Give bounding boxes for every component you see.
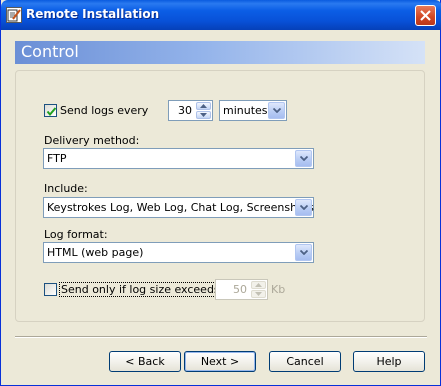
log-format-select[interactable]: HTML (web page) [43,242,314,263]
chevron-down-icon [300,250,308,255]
log-format-label: Log format: [44,228,108,241]
unit-dropdown-button[interactable] [268,102,285,119]
size-spin-up-button[interactable] [251,281,266,289]
arrow-down-icon [200,113,207,117]
arrow-up-icon [255,283,262,287]
close-button[interactable] [415,5,436,26]
delivery-method-select[interactable]: FTP [43,148,314,169]
window-title: Remote Installation [26,7,160,21]
arrow-down-icon [255,292,262,296]
title-bar[interactable]: Remote Installation [1,0,441,30]
chevron-down-icon [300,156,308,161]
interval-unit-select[interactable]: minutes [219,100,287,121]
spin-down-button[interactable] [196,111,211,119]
checkmark-icon [46,107,57,117]
send-logs-label: Send logs every [60,104,149,117]
arrow-up-icon [200,104,207,108]
size-limit-value: 50 [233,283,247,296]
next-button[interactable]: Next > [184,351,256,372]
interval-spinner[interactable]: 30 [168,100,213,121]
log-format-dropdown-button[interactable] [295,244,312,261]
cancel-button[interactable]: Cancel [269,351,341,372]
section-header: Control [15,41,425,64]
include-select[interactable]: Keystrokes Log, Web Log, Chat Log, Scree… [43,197,314,218]
help-button[interactable]: Help [353,351,425,372]
close-icon [420,10,431,21]
size-limit-spinner[interactable]: 50 [215,279,268,300]
include-value: Keystrokes Log, Web Log, Chat Log, Scree… [47,201,314,214]
include-label: Include: [44,182,88,195]
size-limit-checkbox[interactable] [44,283,57,296]
interval-unit-value: minutes [223,104,268,117]
size-spin-down-button[interactable] [251,290,266,298]
footer-separator [15,336,427,338]
section-title: Control [21,42,79,61]
send-logs-checkbox[interactable] [44,104,57,117]
notepad-pencil-icon [6,7,22,23]
include-dropdown-button[interactable] [295,199,312,216]
size-limit-label: Send only if log size exceeds [59,282,222,297]
delivery-method-label: Delivery method: [44,134,140,147]
back-button[interactable]: < Back [109,351,181,372]
dialog-window: Remote Installation Control Send logs ev… [0,0,441,386]
delivery-dropdown-button[interactable] [295,150,312,167]
interval-value: 30 [178,104,192,117]
spin-up-button[interactable] [196,102,211,110]
size-unit-label: Kb [271,283,286,296]
log-format-value: HTML (web page) [47,246,144,259]
delivery-method-value: FTP [47,152,67,165]
chevron-down-icon [300,205,308,210]
chevron-down-icon [273,108,281,113]
